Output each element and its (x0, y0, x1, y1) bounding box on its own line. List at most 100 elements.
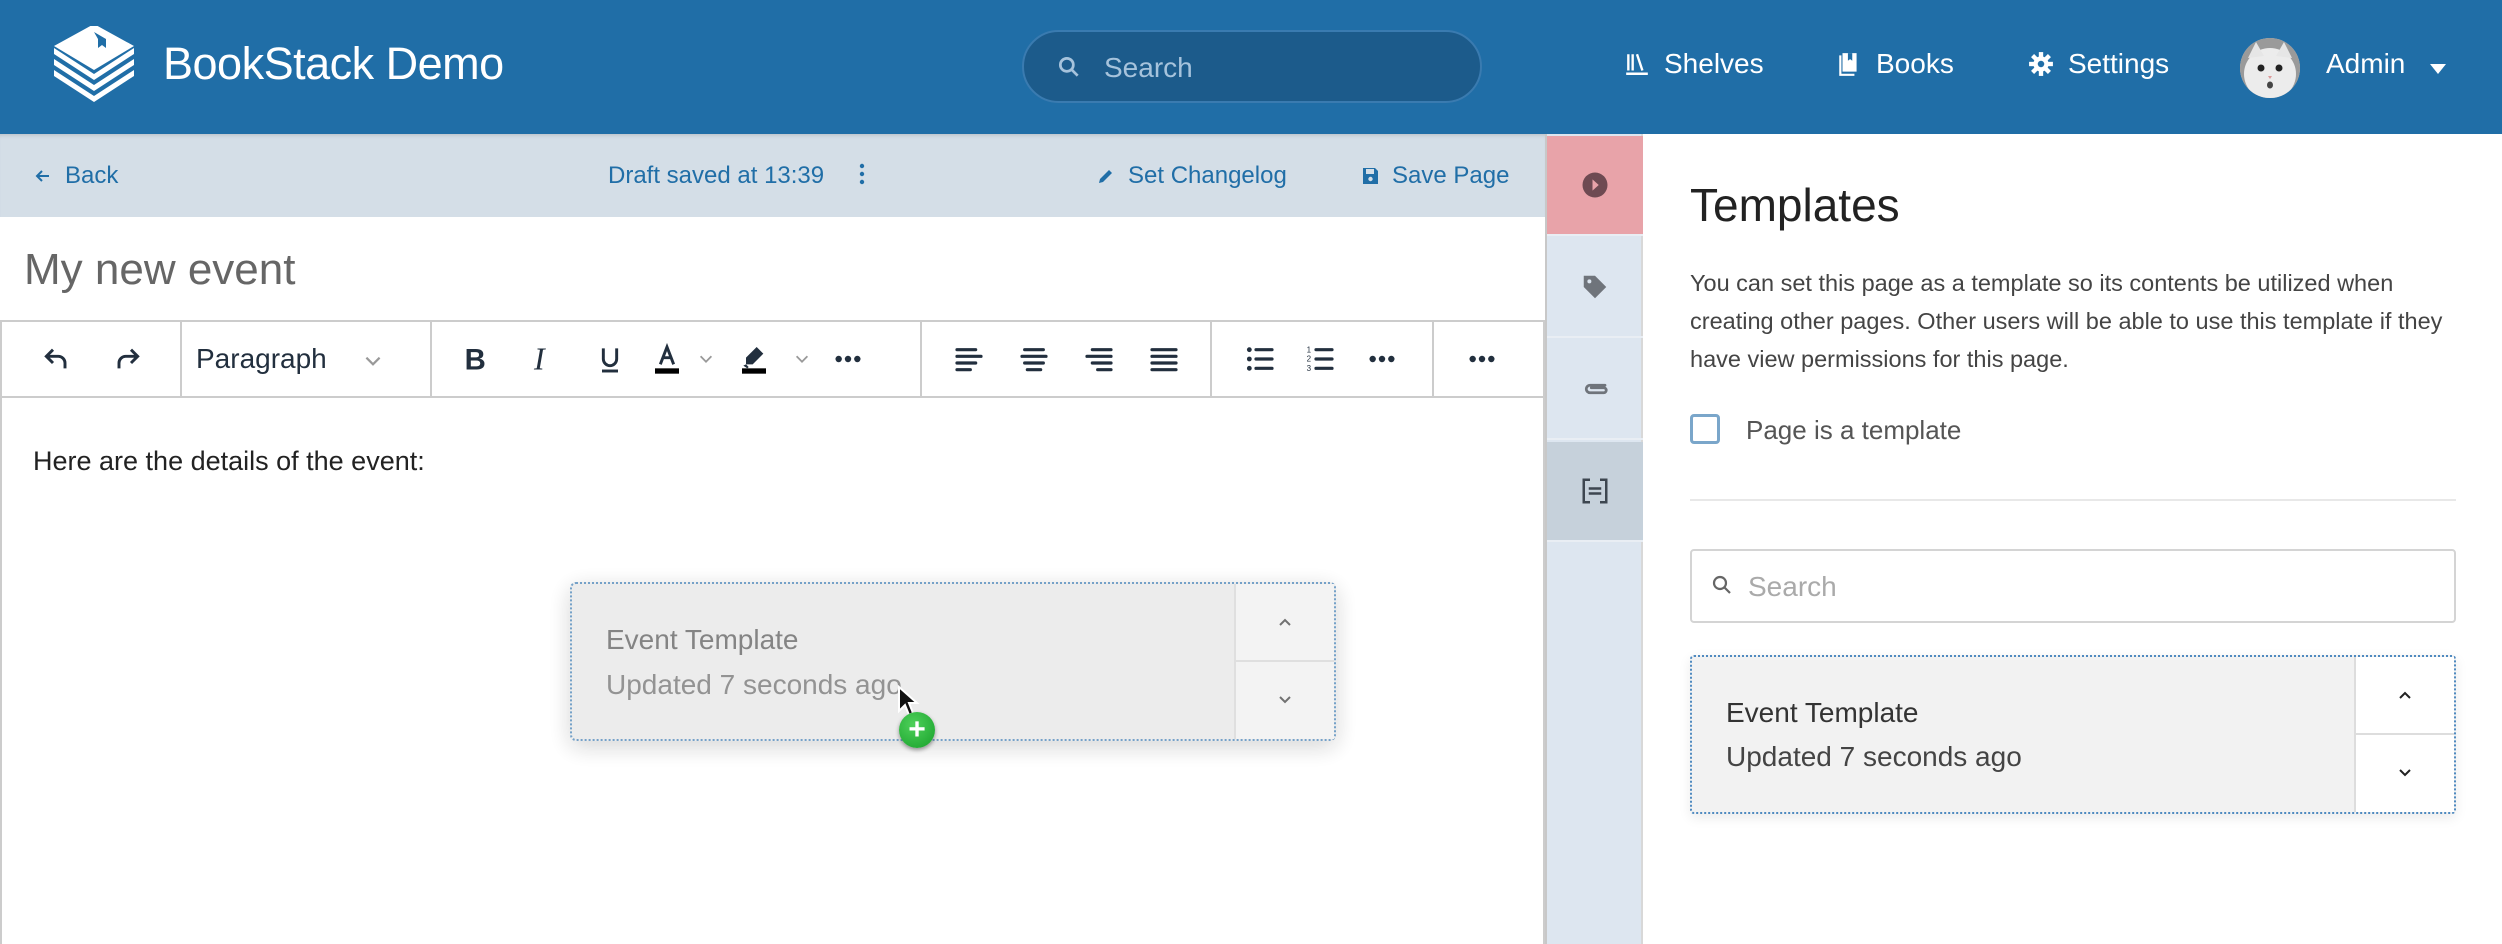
bold-button[interactable]: B (440, 322, 508, 396)
page-is-template-checkbox[interactable] (1690, 414, 1720, 444)
redo-icon (117, 348, 140, 369)
page-is-template-label[interactable]: Page is a template (1746, 415, 1961, 446)
template-item-actions (2354, 657, 2454, 812)
italic-button[interactable]: I (508, 322, 576, 396)
nav-shelves[interactable]: Shelves (1624, 48, 1764, 80)
insert-above-button[interactable] (2356, 657, 2454, 735)
dragged-template-meta: Updated 7 seconds ago (606, 669, 902, 700)
kebab-menu-icon[interactable] (858, 162, 866, 186)
templates-description: You can set this page as a template so i… (1690, 270, 2443, 372)
chevron-down-icon (699, 355, 713, 363)
editor-paragraph[interactable]: Here are the details of the event: (33, 446, 425, 477)
template-list-item[interactable]: Event Template Updated 7 seconds ago (1690, 655, 2456, 814)
undo-icon (44, 348, 67, 369)
formatting-group: B I (432, 322, 922, 396)
nav-settings[interactable]: Settings (2028, 48, 2169, 80)
svg-text:B: B (465, 344, 486, 375)
draft-status-button[interactable]: Draft saved at 13:39 (608, 162, 824, 190)
user-name: Admin (2326, 48, 2406, 79)
numbered-list-button[interactable]: 123 (1294, 322, 1346, 396)
chevron-down-icon (365, 356, 381, 366)
underline-icon (601, 348, 619, 373)
align-right-icon (1084, 348, 1113, 372)
bookstack-logo-icon[interactable] (50, 26, 138, 106)
sidebar-tab-toggle[interactable] (1547, 136, 1643, 236)
bullet-list-button[interactable] (1226, 322, 1294, 396)
highlight-color-dropdown[interactable] (786, 322, 818, 396)
templates-panel: Templates You can set this page as a tem… (1643, 134, 2502, 944)
align-right-button[interactable] (1066, 322, 1131, 396)
user-avatar[interactable] (2240, 38, 2300, 98)
more-formatting-button[interactable] (818, 322, 878, 396)
align-justify-button[interactable] (1131, 322, 1196, 396)
dragged-template-actions (1234, 584, 1334, 739)
app-header: BookStack Demo Search Shelves Books Sett… (0, 0, 2502, 134)
underline-button[interactable] (576, 322, 644, 396)
user-menu[interactable]: Admin (2326, 48, 2405, 80)
template-search-placeholder: Search (1748, 571, 1837, 602)
save-page-label: Save Page (1392, 162, 1510, 189)
editor-toolbar: Paragraph B I 123 (0, 320, 1545, 398)
insert-above-button[interactable] (1236, 584, 1334, 662)
tag-icon (1583, 275, 1607, 299)
bullet-list-icon (1246, 347, 1274, 371)
redo-button[interactable] (92, 322, 162, 396)
nav-books[interactable]: Books (1836, 48, 1954, 80)
template-name: Event Template (1726, 697, 1919, 728)
history-group (2, 322, 182, 396)
ellipsis-icon (835, 355, 861, 363)
chevron-up-icon (2399, 691, 2411, 699)
more-lists-button[interactable] (1346, 322, 1418, 396)
dragged-template-name: Event Template (606, 624, 799, 655)
block-format-select[interactable]: Paragraph (182, 322, 402, 396)
search-icon (1712, 575, 1731, 594)
sidebar-tab-attachments[interactable] (1547, 340, 1643, 440)
books-icon (1839, 53, 1857, 76)
undo-button[interactable] (22, 322, 92, 396)
search-placeholder: Search (1104, 52, 1193, 83)
save-page-button[interactable]: Save Page (1360, 162, 1509, 190)
search-icon (1058, 56, 1079, 77)
alignment-group (922, 322, 1212, 396)
draft-status: Draft saved at 13:39 (608, 162, 825, 189)
align-left-button[interactable] (936, 322, 1001, 396)
svg-text:1: 1 (1307, 345, 1312, 354)
template-search-input[interactable]: Search (1690, 549, 2456, 623)
text-color-dropdown[interactable] (690, 322, 722, 396)
ellipsis-icon (1369, 355, 1395, 363)
nav-shelves-label: Shelves (1664, 48, 1764, 79)
pencil-icon (1099, 170, 1112, 183)
nav-books-label: Books (1876, 48, 1954, 79)
align-center-icon (1019, 348, 1048, 372)
chevron-up-icon (1279, 618, 1291, 626)
highlight-color-button[interactable] (722, 322, 786, 396)
overflow-group (1434, 322, 1529, 396)
chevron-down-icon (795, 355, 809, 363)
dragged-template-item[interactable]: Event Template Updated 7 seconds ago (570, 582, 1336, 741)
drop-copy-icon: + (899, 712, 935, 748)
page-title-input[interactable]: My new event (0, 217, 1545, 320)
insert-below-button[interactable] (1236, 662, 1334, 740)
align-center-button[interactable] (1001, 322, 1066, 396)
text-color-button[interactable] (644, 322, 690, 396)
arrow-left-icon (35, 170, 49, 182)
sidebar-tab-templates[interactable] (1547, 442, 1643, 542)
chevron-down-icon (2399, 769, 2411, 777)
block-format-value: Paragraph (196, 343, 327, 374)
caret-down-icon[interactable] (2430, 64, 2446, 74)
svg-text:3: 3 (1307, 364, 1312, 373)
align-left-icon (954, 348, 983, 372)
set-changelog-button[interactable]: Set Changelog (1096, 162, 1287, 190)
global-search-input[interactable]: Search (1022, 30, 1482, 103)
back-button[interactable]: Back (33, 162, 118, 190)
ellipsis-icon (1468, 355, 1495, 363)
editor-top-bar: Back Draft saved at 13:39 Set Changelog … (0, 134, 1545, 217)
insert-below-button[interactable] (2356, 735, 2454, 813)
more-button[interactable] (1454, 322, 1509, 396)
app-title[interactable]: BookStack Demo (163, 38, 504, 90)
numbered-list-icon: 123 (1307, 345, 1334, 373)
highlighter-icon (742, 347, 766, 374)
list-group: 123 (1212, 322, 1434, 396)
gear-icon (2029, 52, 2053, 76)
sidebar-tab-tags[interactable] (1547, 238, 1643, 338)
